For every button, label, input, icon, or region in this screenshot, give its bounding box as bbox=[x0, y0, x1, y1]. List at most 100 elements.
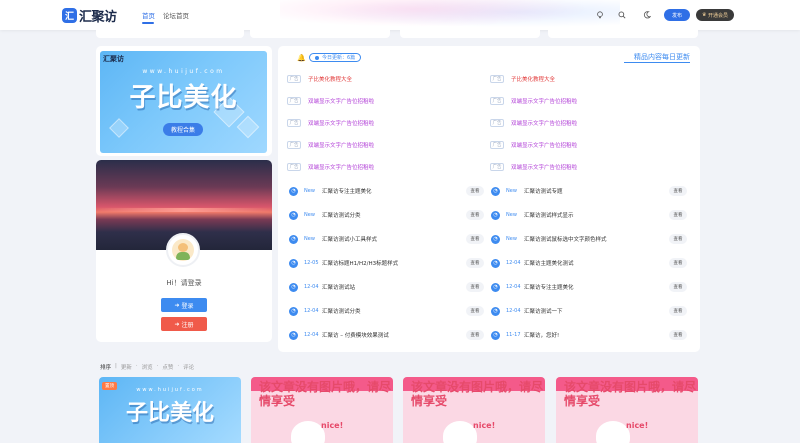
login-button[interactable]: ➜ 登录 bbox=[161, 298, 207, 312]
list-item[interactable]: ◔ New 汇聚访专注主题美化 bbox=[289, 185, 450, 197]
ad-text[interactable]: 双端显示文字广告位招租啦 bbox=[511, 119, 577, 127]
ad-tag: 广告 bbox=[287, 75, 301, 83]
ad-text[interactable]: 子比美化教程大全 bbox=[308, 75, 352, 83]
ad-row[interactable]: 广告 双端显示文字广告位招租啦 bbox=[287, 118, 374, 128]
view-button[interactable]: 查看 bbox=[466, 234, 484, 244]
item-date: New bbox=[304, 188, 315, 194]
view-button[interactable]: 查看 bbox=[669, 330, 687, 340]
list-item[interactable]: ◔ 12-04 汇聚访测试分类 bbox=[289, 305, 450, 317]
item-title[interactable]: 汇聚访专注主题美化 bbox=[322, 187, 450, 195]
ad-tag: 广告 bbox=[490, 75, 504, 83]
ad-text[interactable]: 双端显示文字广告位招租啦 bbox=[308, 163, 374, 171]
ad-row[interactable]: 广告 双端显示文字广告位招租啦 bbox=[490, 96, 577, 106]
view-button[interactable]: 查看 bbox=[669, 282, 687, 292]
site-logo[interactable]: 汇 汇聚访 bbox=[62, 6, 117, 25]
ad-row[interactable]: 广告 双端显示文字广告位招租啦 bbox=[490, 140, 577, 150]
promo-banner[interactable]: 汇聚访 www.huijuf.com 子比美化 教程合集 bbox=[100, 51, 267, 153]
banner-subtitle-button[interactable]: 教程合集 bbox=[163, 123, 203, 136]
post-button[interactable]: 发布 bbox=[664, 9, 690, 21]
ad-row[interactable]: 广告 双端显示文字广告位招租啦 bbox=[490, 118, 577, 128]
item-date: New bbox=[506, 212, 517, 218]
bulb-icon[interactable] bbox=[595, 10, 605, 20]
register-button[interactable]: ➜ 注册 bbox=[161, 317, 207, 331]
view-button[interactable]: 查看 bbox=[466, 186, 484, 196]
view-button[interactable]: 查看 bbox=[466, 330, 484, 340]
list-item[interactable]: ◔ New 汇聚访测试样式显示 bbox=[491, 209, 652, 221]
list-item[interactable]: ◔ 12-04 汇聚访专注主题美化 bbox=[491, 281, 652, 293]
login-greeting: Hi！请登录 bbox=[166, 279, 202, 287]
list-item[interactable]: ◔ 12-04 汇聚访主题美化测试 bbox=[491, 257, 652, 269]
ad-text[interactable]: 子比美化教程大全 bbox=[511, 75, 555, 83]
post-card[interactable]: 该文章没有图片哦，请尽情享受 nice! bbox=[403, 377, 545, 443]
avatar[interactable] bbox=[166, 233, 200, 267]
item-title[interactable]: 汇聚访测试样式显示 bbox=[524, 211, 652, 219]
ad-row[interactable]: 广告 双端显示文字广告位招租啦 bbox=[287, 96, 374, 106]
view-button[interactable]: 查看 bbox=[669, 258, 687, 268]
clock-icon: ◔ bbox=[491, 282, 500, 292]
list-item[interactable]: ◔ New 汇聚访测试专题 bbox=[491, 185, 652, 197]
ad-row[interactable]: 广告 双端显示文字广告位招租啦 bbox=[490, 162, 577, 172]
vip-button[interactable]: ♛ 开通会员 bbox=[696, 9, 734, 21]
ad-text[interactable]: 双端显示文字广告位招租啦 bbox=[308, 141, 374, 149]
nav-active-indicator bbox=[142, 22, 154, 24]
moon-icon[interactable] bbox=[642, 10, 652, 20]
item-title[interactable]: 汇聚访测试分类 bbox=[322, 307, 450, 315]
nav-item-home[interactable]: 首页 bbox=[142, 10, 155, 20]
sort-option-comments[interactable]: 评论 bbox=[183, 363, 194, 371]
item-title[interactable]: 汇聚访 – 付费模块效果测试 bbox=[322, 331, 450, 339]
list-item[interactable]: ◔ 12-04 汇聚访测试站 bbox=[289, 281, 450, 293]
ad-text[interactable]: 双端显示文字广告位招租啦 bbox=[511, 97, 577, 105]
post-card[interactable]: 置顶 www.huijuf.com 子比美化 bbox=[99, 377, 241, 443]
ad-tag: 广告 bbox=[287, 141, 301, 149]
view-button[interactable]: 查看 bbox=[466, 210, 484, 220]
ad-row[interactable]: 广告 子比美化教程大全 bbox=[287, 74, 352, 84]
sort-label: 排序 bbox=[100, 365, 112, 371]
ad-text[interactable]: 双端显示文字广告位招租啦 bbox=[511, 163, 577, 171]
post-card[interactable]: 该文章没有图片哦，请尽情享受 nice! bbox=[251, 377, 393, 443]
item-title[interactable]: 汇聚访测试站 bbox=[322, 283, 450, 291]
view-button[interactable]: 查看 bbox=[669, 186, 687, 196]
view-button[interactable]: 查看 bbox=[466, 258, 484, 268]
ad-text[interactable]: 双端显示文字广告位招租啦 bbox=[511, 141, 577, 149]
list-item[interactable]: ◔ 12-04 汇聚访 – 付费模块效果测试 bbox=[289, 329, 450, 341]
view-button[interactable]: 查看 bbox=[669, 210, 687, 220]
ad-row[interactable]: 广告 子比美化教程大全 bbox=[490, 74, 555, 84]
item-title[interactable]: 汇聚访主题美化测试 bbox=[524, 259, 652, 267]
view-button[interactable]: 查看 bbox=[669, 234, 687, 244]
ad-row[interactable]: 广告 双端显示文字广告位招租啦 bbox=[287, 140, 374, 150]
view-button[interactable]: 查看 bbox=[466, 306, 484, 316]
item-title[interactable]: 汇聚访测试专题 bbox=[524, 187, 652, 195]
list-item[interactable]: ◔ New 汇聚访测试分类 bbox=[289, 209, 450, 221]
view-button[interactable]: 查看 bbox=[669, 306, 687, 316]
item-date: 12-05 bbox=[304, 260, 319, 266]
ad-text[interactable]: 双端显示文字广告位招租啦 bbox=[308, 119, 374, 127]
banner-logo: 汇聚访 bbox=[103, 55, 124, 63]
item-title[interactable]: 汇聚访测试一下 bbox=[524, 307, 652, 315]
post-thumb-nice: nice! bbox=[321, 421, 344, 430]
sort-option-likes[interactable]: 点赞 bbox=[162, 363, 173, 371]
ad-text[interactable]: 双端显示文字广告位招租啦 bbox=[308, 97, 374, 105]
item-title[interactable]: 汇聚访，您好! bbox=[524, 331, 652, 339]
post-card[interactable]: 该文章没有图片哦，请尽情享受 nice! bbox=[556, 377, 698, 443]
list-item[interactable]: ◔ 12-05 汇聚访标题H1/H2/H3标题样式 bbox=[289, 257, 450, 269]
nav-item-forum[interactable]: 论坛首页 bbox=[163, 10, 189, 20]
item-date: 12-04 bbox=[304, 308, 319, 314]
item-title[interactable]: 汇聚访专注主题美化 bbox=[524, 283, 652, 291]
item-title[interactable]: 汇聚访测试分类 bbox=[322, 211, 450, 219]
ad-row[interactable]: 广告 双端显示文字广告位招租啦 bbox=[287, 162, 374, 172]
sort-option-update[interactable]: 更新 bbox=[121, 363, 132, 371]
list-item[interactable]: ◔ 12-04 汇聚访测试一下 bbox=[491, 305, 652, 317]
list-item[interactable]: ◔ New 汇聚访测试小工具样式 bbox=[289, 233, 450, 245]
ad-tag: 广告 bbox=[490, 119, 504, 127]
view-button[interactable]: 查看 bbox=[466, 282, 484, 292]
list-item[interactable]: ◔ 11-17 汇聚访，您好! bbox=[491, 329, 652, 341]
bell-icon: 🔔 bbox=[297, 54, 306, 62]
bunny-illustration bbox=[443, 421, 477, 443]
search-icon[interactable] bbox=[617, 10, 627, 20]
list-item[interactable]: ◔ New 汇聚访测试鼠标选中文字颜色样式 bbox=[491, 233, 652, 245]
sort-option-views[interactable]: 浏览 bbox=[142, 363, 153, 371]
item-title[interactable]: 汇聚访测试鼠标选中文字颜色样式 bbox=[524, 235, 652, 243]
item-date: 12-04 bbox=[304, 332, 319, 338]
item-title[interactable]: 汇聚访标题H1/H2/H3标题样式 bbox=[322, 259, 450, 267]
item-title[interactable]: 汇聚访测试小工具样式 bbox=[322, 235, 450, 243]
